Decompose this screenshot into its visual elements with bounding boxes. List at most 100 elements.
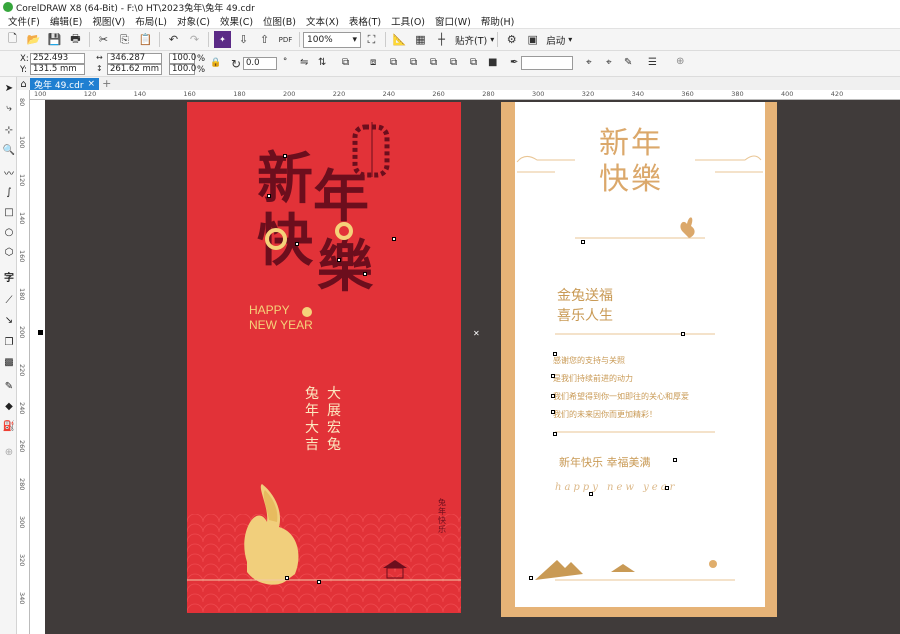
edit-node[interactable] bbox=[317, 580, 321, 584]
x-position-field[interactable]: 252.493 mm bbox=[30, 53, 85, 72]
edit-node[interactable] bbox=[673, 458, 677, 462]
import-icon[interactable]: ⇩ bbox=[235, 31, 252, 48]
menu-object[interactable]: 对象(C) bbox=[172, 14, 215, 28]
artistic-media-icon[interactable]: ∫ bbox=[2, 185, 16, 199]
y-position-field[interactable]: 131.5 mm bbox=[30, 64, 85, 75]
add-tab-button[interactable]: + bbox=[102, 77, 114, 90]
undo-icon[interactable]: ↶ bbox=[165, 31, 182, 48]
publish-pdf-icon[interactable]: PDF bbox=[277, 31, 294, 48]
polygon-tool-icon[interactable]: ⬡ bbox=[2, 245, 16, 259]
menu-text[interactable]: 文本(X) bbox=[301, 14, 344, 28]
application-launcher-icon[interactable]: ▣ bbox=[524, 31, 541, 48]
lock-ratio-icon[interactable]: 🔒 bbox=[210, 58, 221, 68]
selection-handle[interactable] bbox=[38, 330, 43, 335]
combine-icon[interactable]: ⧈ bbox=[370, 57, 376, 68]
edit-node[interactable] bbox=[295, 242, 299, 246]
add-tool-icon[interactable]: ⊕ bbox=[2, 445, 16, 459]
edit-node[interactable] bbox=[553, 432, 557, 436]
red-greeting-card[interactable]: 新 年 快 樂 HAPPY NEW YEAR 兔年大吉 大展宏兔 兔年快乐 bbox=[187, 102, 461, 613]
back-minus-front-icon[interactable]: ■ bbox=[488, 57, 497, 68]
edit-node[interactable] bbox=[363, 272, 367, 276]
document-tab[interactable]: 兔年 49.cdr × bbox=[30, 78, 100, 91]
menu-help[interactable]: 帮助(H) bbox=[476, 14, 520, 28]
edit-node[interactable] bbox=[267, 194, 271, 198]
edit-node[interactable] bbox=[553, 352, 557, 356]
height-field[interactable]: 261.62 mm bbox=[107, 64, 162, 75]
group-objects-icon[interactable]: ⧉ bbox=[342, 57, 349, 68]
smart-fill-icon[interactable]: ⛽ bbox=[2, 419, 16, 433]
full-screen-preview-icon[interactable]: ⛶ bbox=[363, 31, 380, 48]
copy-icon[interactable]: ⎘ bbox=[116, 31, 133, 48]
search-content-icon[interactable]: ✦ bbox=[214, 31, 231, 48]
interactive-fill-icon[interactable]: ◆ bbox=[2, 399, 16, 413]
new-document-icon[interactable]: 🗋 bbox=[4, 31, 21, 48]
menu-layout[interactable]: 布局(L) bbox=[130, 14, 172, 28]
show-grid-icon[interactable]: ▦ bbox=[412, 31, 429, 48]
outline-width-field[interactable] bbox=[521, 56, 573, 70]
convert-to-curves-icon[interactable]: ⌖ bbox=[606, 57, 612, 68]
outline-pen-icon[interactable]: ✒ bbox=[510, 57, 518, 68]
eyedropper-icon[interactable]: ✎ bbox=[2, 379, 16, 393]
pick-tool-icon[interactable]: ➤ bbox=[2, 81, 16, 95]
scale-y-field[interactable]: 100.0 bbox=[169, 64, 196, 75]
align-distribute-icon[interactable]: ☰ bbox=[648, 57, 657, 68]
edit-node[interactable] bbox=[551, 410, 555, 414]
cut-icon[interactable]: ✂ bbox=[95, 31, 112, 48]
horizontal-ruler[interactable]: 100 120 140 160 180 200 220 240 260 280 300 320 340 3… bbox=[30, 90, 900, 100]
edit-node[interactable] bbox=[589, 492, 593, 496]
paste-icon[interactable]: 📋 bbox=[137, 31, 154, 48]
trim-icon[interactable]: ⧉ bbox=[410, 57, 417, 68]
zoom-tool-icon[interactable]: 🔍 bbox=[2, 143, 16, 157]
edit-node[interactable] bbox=[681, 332, 685, 336]
zoom-level-select[interactable]: 100% ▾ bbox=[303, 31, 361, 48]
edit-node[interactable] bbox=[337, 258, 341, 262]
menu-effects[interactable]: 效果(C) bbox=[215, 14, 258, 28]
close-tab-icon[interactable]: × bbox=[88, 79, 96, 89]
vertical-ruler[interactable]: 80 100 120 140 160 180 200 220 240 260 280 300 320 34… bbox=[17, 90, 30, 634]
ellipse-tool-icon[interactable]: ○ bbox=[2, 225, 16, 239]
edit-node[interactable] bbox=[665, 486, 669, 490]
freehand-tool-icon[interactable]: 〰 bbox=[2, 165, 16, 180]
show-guidelines-icon[interactable]: ┼ bbox=[433, 31, 450, 48]
save-icon[interactable]: 💾 bbox=[46, 31, 63, 48]
snap-to-dropdown[interactable]: 贴齐(T) bbox=[455, 33, 487, 47]
redo-icon[interactable]: ↷ bbox=[186, 31, 203, 48]
edit-node[interactable] bbox=[283, 154, 287, 158]
intersect-icon[interactable]: ⧉ bbox=[430, 57, 437, 68]
eyedropper-tool-icon[interactable]: ✎ bbox=[624, 57, 632, 68]
connector-tool-icon[interactable]: ↘ bbox=[2, 313, 16, 327]
mirror-vertical-icon[interactable]: ⇅ bbox=[318, 57, 326, 68]
menu-view[interactable]: 视图(V) bbox=[87, 14, 130, 28]
edit-node[interactable] bbox=[529, 576, 533, 580]
transparency-tool-icon[interactable]: ▩ bbox=[2, 355, 16, 369]
menu-window[interactable]: 窗口(W) bbox=[430, 14, 476, 28]
home-icon[interactable]: ⌂ bbox=[17, 78, 30, 90]
rotation-angle-field[interactable]: 0.0 bbox=[243, 57, 277, 70]
front-minus-back-icon[interactable]: ⧉ bbox=[470, 57, 477, 68]
print-icon[interactable]: 🖶 bbox=[67, 31, 84, 48]
simplify-icon[interactable]: ⧉ bbox=[450, 57, 457, 68]
edit-node[interactable] bbox=[392, 237, 396, 241]
text-tool-icon[interactable]: 字 bbox=[2, 269, 16, 284]
add-icon[interactable]: ⊕ bbox=[676, 56, 684, 67]
edit-node[interactable] bbox=[551, 394, 555, 398]
drop-shadow-tool-icon[interactable]: ❐ bbox=[2, 335, 16, 349]
shape-tool-icon[interactable]: ⤷ bbox=[2, 101, 16, 115]
scale-x-field[interactable]: 100.0 bbox=[169, 53, 196, 64]
crop-tool-icon[interactable]: ⊹ bbox=[2, 123, 16, 137]
menu-bitmaps[interactable]: 位图(B) bbox=[258, 14, 301, 28]
launch-dropdown[interactable]: 启动 bbox=[546, 33, 565, 47]
menu-table[interactable]: 表格(T) bbox=[344, 14, 386, 28]
edit-node[interactable] bbox=[551, 374, 555, 378]
export-icon[interactable]: ⇧ bbox=[256, 31, 273, 48]
weld-icon[interactable]: ⧉ bbox=[390, 57, 397, 68]
create-boundary-icon[interactable]: ⌖ bbox=[586, 57, 592, 68]
show-rulers-icon[interactable]: 📐 bbox=[391, 31, 408, 48]
menu-file[interactable]: 文件(F) bbox=[3, 14, 45, 28]
options-gear-icon[interactable]: ⚙ bbox=[503, 31, 520, 48]
open-folder-icon[interactable]: 📂 bbox=[25, 31, 42, 48]
menu-tools[interactable]: 工具(O) bbox=[386, 14, 430, 28]
parallel-dimension-icon[interactable]: ⟋ bbox=[2, 293, 16, 307]
width-field[interactable]: 346.287 mm bbox=[107, 53, 162, 72]
rectangle-tool-icon[interactable]: □ bbox=[2, 205, 16, 219]
